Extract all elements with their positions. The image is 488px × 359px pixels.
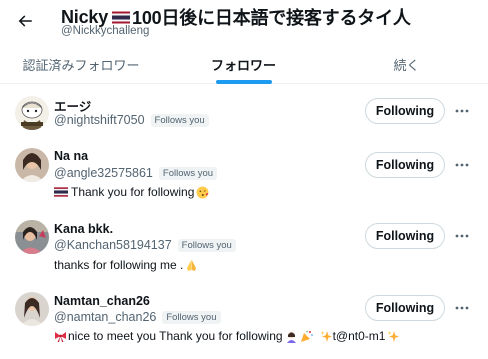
bio-text: nice to meet you Thank you for following (68, 329, 283, 343)
user-name[interactable]: Namtan_chan26 (54, 294, 150, 308)
tab-following[interactable]: 続く (325, 44, 488, 84)
user-cell[interactable]: Namtan_chan26 @namtan_chan26 Follows you… (0, 286, 488, 359)
folded-hands-emoji-icon (185, 259, 198, 272)
user-cell[interactable]: エージ @nightshift7050 Follows you Followin… (0, 84, 488, 142)
bio-tail-text: t@nt0-m1 (332, 329, 386, 343)
ribbon-emoji-icon (54, 330, 67, 343)
photo-avatar-icon (15, 292, 49, 326)
tab-label: 続く (393, 57, 420, 73)
more-options-icon[interactable] (452, 298, 472, 318)
thai-flag-icon (54, 187, 68, 197)
follows-you-badge: Follows you (177, 238, 236, 252)
tab-label: フォロワー (210, 57, 276, 73)
avatar[interactable] (15, 220, 49, 254)
bio-text: thanks for following me . (54, 258, 184, 272)
user-cell[interactable]: Kana bkk. @Kanchan58194137 Follows you t… (0, 210, 488, 286)
follows-you-badge: Follows you (158, 166, 218, 180)
cartoon-avatar-icon (15, 96, 49, 130)
more-options-icon[interactable] (452, 155, 472, 175)
sparkles-emoji-icon (387, 330, 400, 343)
user-bio: thanks for following me . (54, 258, 198, 272)
more-options-icon[interactable] (452, 226, 472, 246)
kissing-face-emoji-icon (196, 186, 209, 199)
more-options-icon[interactable] (452, 101, 472, 121)
handle-row: @namtan_chan26 Follows you (54, 310, 221, 324)
handle-row: @Kanchan58194137 Follows you (54, 238, 236, 252)
user-handle[interactable]: @namtan_chan26 (54, 310, 156, 324)
sparkles-emoji-icon (320, 330, 333, 343)
photo-avatar-icon (15, 148, 49, 182)
user-bio: Thank you for following (54, 185, 209, 199)
user-handle[interactable]: @Kanchan58194137 (54, 238, 172, 252)
user-handle[interactable]: @angle32575861 (54, 166, 153, 180)
photo-avatar-icon (15, 220, 49, 254)
party-popper-emoji-icon (300, 330, 313, 343)
avatar[interactable] (15, 292, 49, 326)
user-cell[interactable]: Na na @angle32575861 Follows you Thank y… (0, 142, 488, 210)
header: Nicky 100日後に日本語で接客するタイ人 @Nickkychalleng (0, 0, 488, 44)
following-button[interactable]: Following (365, 98, 445, 124)
tab-verified-followers[interactable]: 認証済みフォロワー (0, 44, 162, 84)
user-name[interactable]: Kana bkk. (54, 222, 113, 236)
handle-row: @nightshift7050 Follows you (54, 113, 209, 127)
following-button[interactable]: Following (365, 295, 445, 321)
bowing-woman-emoji-icon (285, 330, 298, 343)
follows-you-badge: Follows you (162, 310, 221, 324)
user-handle[interactable]: @nightshift7050 (54, 113, 145, 127)
avatar[interactable] (15, 96, 49, 130)
thai-flag-icon (112, 11, 131, 23)
following-button[interactable]: Following (365, 152, 445, 178)
follows-you-badge: Follows you (150, 113, 209, 127)
following-button[interactable]: Following (365, 223, 445, 249)
title-rest: 100日後に日本語で接客するタイ人 (132, 8, 411, 28)
back-arrow-icon[interactable] (10, 6, 40, 36)
handle-row: @angle32575861 Follows you (54, 166, 218, 180)
profile-handle: @Nickkychalleng (61, 25, 150, 37)
tab-bar: 認証済みフォロワー フォロワー 続く (0, 44, 488, 84)
bio-text: Thank you for following (71, 185, 195, 199)
avatar[interactable] (15, 148, 49, 182)
user-name[interactable]: Na na (54, 149, 88, 163)
tab-followers[interactable]: フォロワー (162, 44, 325, 84)
tab-label: 認証済みフォロワー (22, 57, 140, 73)
user-bio: nice to meet you Thank you for following… (54, 329, 400, 343)
